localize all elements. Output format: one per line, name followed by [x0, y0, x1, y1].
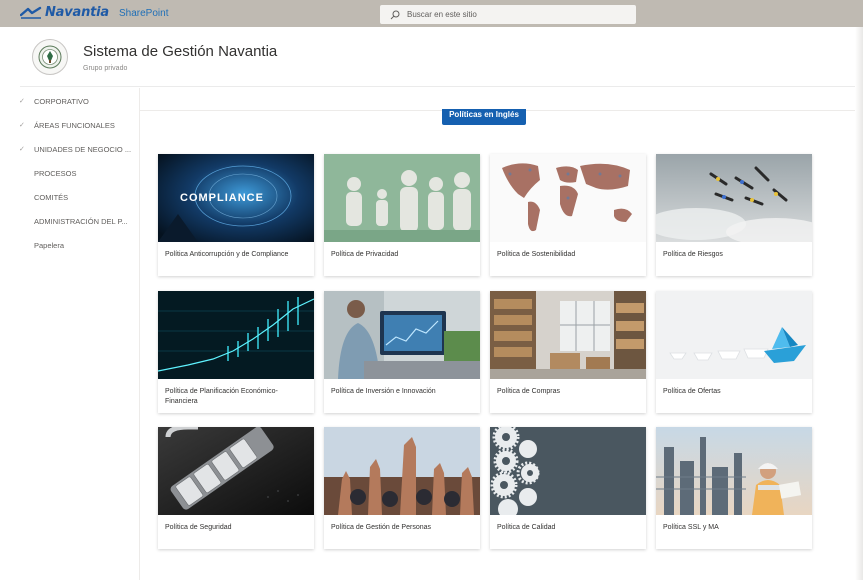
- navantia-brand[interactable]: Navantia: [20, 5, 109, 20]
- politicas-en-ingles-button[interactable]: Políticas en Inglés: [442, 109, 526, 125]
- site-header: Sistema de Gestión Navantia Grupo privad…: [20, 27, 863, 87]
- skydivers-image: [656, 154, 812, 242]
- combination-lock-image: [158, 427, 314, 515]
- nav-item-label: ADMINISTRACIÓN DEL P...: [34, 217, 128, 226]
- window-edge: [855, 27, 863, 580]
- svg-text:COMPLIANCE: COMPLIANCE: [180, 192, 264, 204]
- paper-boats-image: [656, 291, 812, 379]
- card-title: Política de Compras: [497, 388, 561, 395]
- site-subtitle: Grupo privado: [83, 65, 128, 72]
- left-navigation: ✓ CORPORATIVO ✓ ÁREAS FUNCIONALES ✓ UNID…: [19, 88, 140, 580]
- financial-chart-image: [158, 291, 314, 379]
- paper-figures-image: [324, 154, 480, 242]
- policy-card[interactable]: Política de Calidad: [490, 427, 646, 549]
- nav-item-papelera[interactable]: Papelera: [20, 237, 140, 255]
- policy-card[interactable]: Política de Planificación Económico-Fina…: [158, 291, 314, 413]
- navantia-logo-icon: [20, 6, 42, 19]
- site-seal-icon: [38, 45, 62, 69]
- chevron-icon[interactable]: ✓: [19, 121, 25, 129]
- card-title: Política de Riesgos: [663, 251, 723, 258]
- policy-card[interactable]: Política SSL y MA: [656, 427, 812, 549]
- policy-card[interactable]: COMPLIANCE Política Anticorrupción y de …: [158, 154, 314, 276]
- compliance-image: COMPLIANCE: [158, 154, 314, 242]
- nav-item-administracion[interactable]: ADMINISTRACIÓN DEL P...: [20, 213, 140, 231]
- search-placeholder: Buscar en este sitio: [407, 10, 477, 19]
- nav-item-corporativo[interactable]: ✓ CORPORATIVO: [19, 93, 140, 111]
- nav-item-label: CORPORATIVO: [34, 97, 89, 106]
- site-title[interactable]: Sistema de Gestión Navantia: [83, 43, 277, 60]
- card-title: Política SSL y MA: [663, 524, 719, 531]
- nav-item-label: ÁREAS FUNCIONALES: [34, 121, 115, 130]
- card-title: Política de Inversión e Innovación: [331, 388, 436, 395]
- suite-bar: Navantia SharePoint Buscar en este sitio: [0, 0, 863, 27]
- card-title: Política Anticorrupción y de Compliance: [165, 251, 289, 258]
- nav-item-label: UNIDADES DE NEGOCIO ...: [34, 145, 132, 154]
- policy-card[interactable]: Política de Riesgos: [656, 154, 812, 276]
- world-map-people-image: [490, 154, 646, 242]
- warehouse-image: [490, 291, 646, 379]
- policy-card[interactable]: Política de Inversión e Innovación: [324, 291, 480, 413]
- chevron-icon[interactable]: ✓: [19, 145, 25, 153]
- nav-item-label: Papelera: [34, 241, 65, 250]
- policy-card[interactable]: Política de Compras: [490, 291, 646, 413]
- chevron-icon[interactable]: ✓: [19, 97, 25, 105]
- nav-item-unidades-de-negocio[interactable]: ✓ UNIDADES DE NEGOCIO ...: [19, 141, 140, 159]
- policy-card[interactable]: Política de Ofertas: [656, 291, 812, 413]
- industrial-worker-image: [656, 427, 812, 515]
- card-title: Política de Privacidad: [331, 251, 399, 258]
- policy-card[interactable]: Política de Sostenibilidad: [490, 154, 646, 276]
- analyst-monitor-image: [324, 291, 480, 379]
- site-logo[interactable]: [32, 39, 68, 75]
- brand-name: Navantia: [45, 5, 109, 20]
- nav-item-label: PROCESOS: [34, 169, 77, 178]
- card-title: Política de Seguridad: [165, 524, 232, 531]
- search-icon: [390, 10, 400, 19]
- policy-card[interactable]: Política de Privacidad: [324, 154, 480, 276]
- gears-image: [490, 427, 646, 515]
- nav-item-label: COMITÉS: [34, 193, 69, 202]
- nav-item-procesos[interactable]: PROCESOS: [20, 165, 140, 183]
- nav-item-areas-funcionales[interactable]: ✓ ÁREAS FUNCIONALES: [19, 117, 140, 135]
- sharepoint-link[interactable]: SharePoint: [119, 8, 168, 19]
- policy-card[interactable]: Política de Gestión de Personas: [324, 427, 480, 549]
- card-title: Política de Sostenibilidad: [497, 251, 576, 258]
- card-title: Política de Calidad: [497, 524, 556, 531]
- policy-card[interactable]: Política de Seguridad: [158, 427, 314, 549]
- nav-item-comites[interactable]: COMITÉS: [20, 189, 140, 207]
- card-title: Política de Gestión de Personas: [331, 524, 432, 531]
- card-title: Política de Planificación Económico-Fina…: [165, 388, 278, 405]
- search-box[interactable]: Buscar en este sitio: [380, 5, 636, 24]
- card-title: Política de Ofertas: [663, 388, 721, 395]
- raised-hands-image: [324, 427, 480, 515]
